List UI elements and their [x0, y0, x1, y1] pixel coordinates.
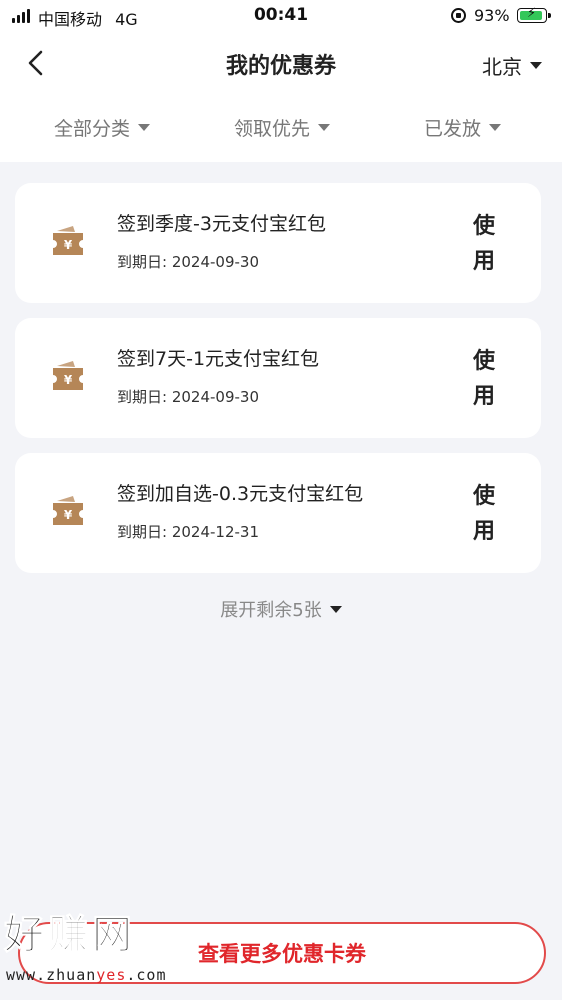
rotation-lock-icon — [451, 8, 466, 23]
filter-label: 领取优先 — [234, 118, 311, 140]
filter-label: 已发放 — [424, 118, 482, 140]
coupon-expiry: 到期日: 2024-09-30 — [117, 388, 259, 406]
watermark-url: www.zhuanyes.com — [6, 966, 167, 984]
coupon-title: 签到加自选-0.3元支付宝红包 — [117, 483, 364, 505]
use-label-top: 使 — [472, 484, 495, 509]
filter-category[interactable]: 全部分类 — [54, 114, 151, 141]
coupon-card[interactable]: ¥ 签到7天-1元支付宝红包 到期日: 2024-09-30 使 用 — [15, 318, 541, 438]
filter-status[interactable]: 已发放 — [424, 114, 502, 141]
caret-down-icon — [530, 62, 542, 69]
status-bar: 中国移动 4G 00:41 93% ⚡ — [0, 0, 562, 32]
use-label-top: 使 — [472, 349, 495, 374]
header-area: 中国移动 4G 00:41 93% ⚡ 我的优惠券 北京 全部分类 领取优先 已… — [0, 0, 562, 162]
view-more-label: 查看更多优惠卡券 — [198, 942, 366, 966]
watermark-logo: 好赚网 — [4, 912, 136, 958]
coupon-expiry: 到期日: 2024-12-31 — [117, 523, 259, 541]
use-button[interactable]: 使 用 — [471, 479, 497, 549]
charging-bolt-icon: ⚡ — [527, 6, 537, 21]
filter-sort[interactable]: 领取优先 — [234, 114, 331, 141]
battery-icon: ⚡ — [517, 6, 551, 23]
ticket-yuan-icon: ¥ — [53, 496, 83, 525]
watermark-url-prefix: www.zhuan — [6, 966, 97, 984]
expand-more-button[interactable]: 展开剩余5张 — [0, 596, 562, 622]
watermark-url-suffix: .com — [126, 966, 167, 984]
caret-down-icon — [329, 605, 342, 613]
coupon-title: 签到季度-3元支付宝红包 — [117, 213, 326, 235]
coupon-card[interactable]: ¥ 签到季度-3元支付宝红包 到期日: 2024-09-30 使 用 — [15, 183, 541, 303]
city-label: 北京 — [482, 55, 522, 79]
caret-down-icon — [138, 124, 151, 131]
svg-text:¥: ¥ — [64, 238, 73, 252]
use-label-top: 使 — [472, 214, 495, 239]
battery-percent: 93% — [474, 6, 510, 25]
use-label-bottom: 用 — [472, 249, 495, 274]
use-button[interactable]: 使 用 — [471, 344, 497, 414]
coupon-card[interactable]: ¥ 签到加自选-0.3元支付宝红包 到期日: 2024-12-31 使 用 — [15, 453, 541, 573]
use-label-bottom: 用 — [472, 519, 495, 544]
caret-down-icon — [489, 124, 502, 131]
ticket-yuan-icon: ¥ — [53, 361, 83, 390]
watermark-url-highlight: yes — [96, 966, 127, 984]
coupon-expiry: 到期日: 2024-09-30 — [117, 253, 259, 271]
city-selector[interactable]: 北京 — [482, 51, 542, 80]
use-label-bottom: 用 — [472, 384, 495, 409]
use-button[interactable]: 使 用 — [471, 209, 497, 279]
expand-label: 展开剩余5张 — [220, 600, 322, 621]
filter-label: 全部分类 — [54, 118, 131, 140]
svg-text:¥: ¥ — [64, 373, 73, 387]
page-title: 我的优惠券 — [225, 54, 336, 79]
svg-text:¥: ¥ — [64, 508, 73, 522]
ticket-yuan-icon: ¥ — [53, 226, 83, 255]
caret-down-icon — [318, 124, 331, 131]
coupon-title: 签到7天-1元支付宝红包 — [117, 348, 320, 370]
